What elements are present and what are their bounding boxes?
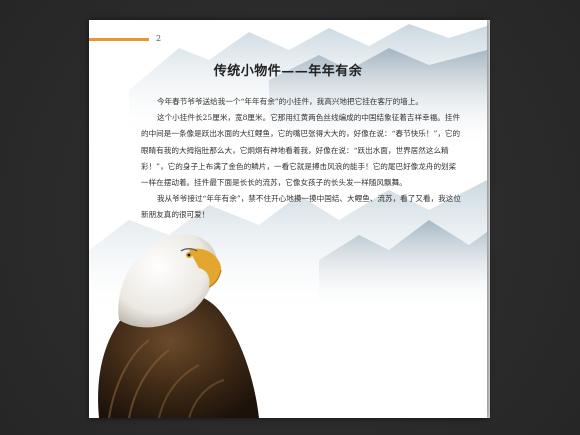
document-page: 2 传统小物件——年年有余 今年春节爷爷送给我一个“年年有余”的小挂件，我高兴地… bbox=[89, 20, 487, 418]
essay-body: 今年春节爷爷送给我一个“年年有余”的小挂件，我高兴地把它挂在客厅的墙上。 这个小… bbox=[141, 94, 463, 224]
page-number: 2 bbox=[156, 34, 162, 43]
accent-bar bbox=[89, 38, 149, 41]
paragraph-2: 这个小挂件长25厘米，宽8厘米。它那用红黄两色丝线编成的中国结象征着吉祥幸福。挂… bbox=[141, 113, 461, 188]
paragraph-1: 今年春节爷爷送给我一个“年年有余”的小挂件，我高兴地把它挂在客厅的墙上。 bbox=[157, 97, 423, 106]
page-edge bbox=[487, 20, 490, 418]
eagle-illustration bbox=[98, 234, 260, 418]
page-title: 传统小物件——年年有余 bbox=[213, 64, 363, 79]
